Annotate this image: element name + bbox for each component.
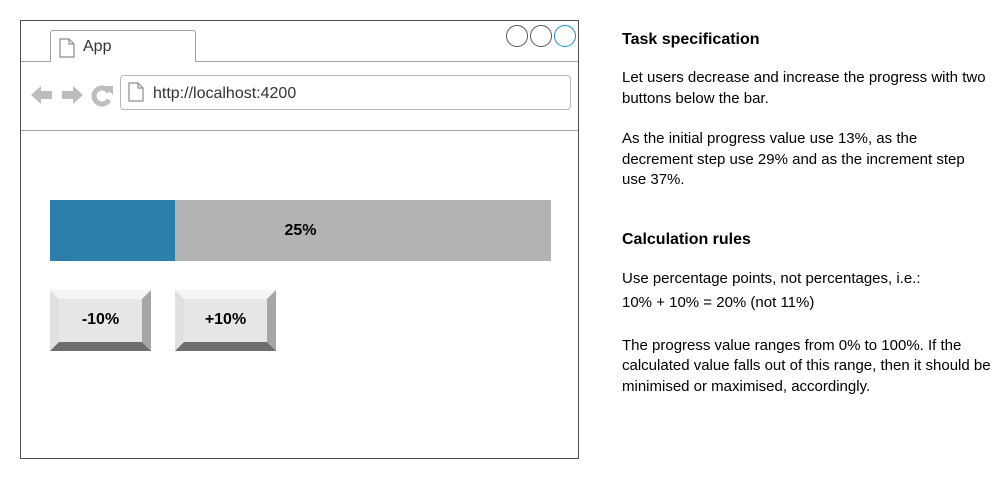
document-icon xyxy=(59,38,75,63)
window-button-icon[interactable] xyxy=(506,25,528,47)
increase-button-label: +10% xyxy=(204,311,247,328)
window-button-icon[interactable] xyxy=(530,25,552,47)
progress-bar: 25% xyxy=(50,200,551,261)
window-controls xyxy=(506,25,576,47)
browser-window: App http://localhost:4200 25% -10% +10% xyxy=(20,20,579,459)
specification-panel: Task specification Let users decrease an… xyxy=(622,30,992,397)
rules-paragraph-2: The progress value ranges from 0% to 100… xyxy=(622,336,991,395)
url-text: http://localhost:4200 xyxy=(153,85,297,102)
task-heading: Task specification xyxy=(622,31,760,48)
increase-button[interactable]: +10% xyxy=(175,290,276,351)
decrease-button[interactable]: -10% xyxy=(50,290,151,351)
back-arrow-icon[interactable] xyxy=(31,85,53,110)
toolbar-divider xyxy=(21,130,578,131)
rules-example: 10% + 10% = 20% (not 11%) xyxy=(622,293,815,311)
address-bar[interactable]: http://localhost:4200 xyxy=(120,75,571,110)
task-paragraph-1: Let users decrease and increase the prog… xyxy=(622,69,986,107)
tab-title: App xyxy=(83,38,112,55)
rules-paragraph-1: Use percentage points, not percentages, … xyxy=(622,269,921,287)
document-icon xyxy=(128,82,144,107)
browser-tab[interactable]: App xyxy=(50,30,196,62)
reload-icon[interactable] xyxy=(91,85,113,112)
decrease-button-label: -10% xyxy=(81,311,120,328)
forward-arrow-icon[interactable] xyxy=(61,85,83,110)
task-paragraph-2: As the initial progress value use 13%, a… xyxy=(622,130,965,188)
progress-label: 25% xyxy=(284,222,317,239)
rules-heading: Calculation rules xyxy=(622,230,751,248)
window-button-icon[interactable] xyxy=(554,25,576,47)
